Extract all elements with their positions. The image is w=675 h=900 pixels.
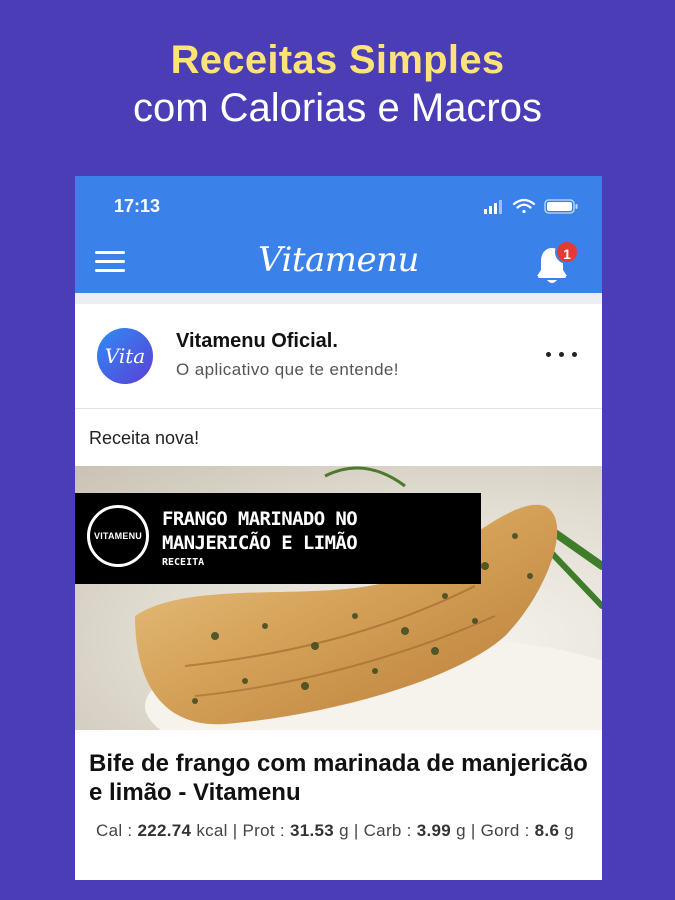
more-icon bbox=[546, 352, 551, 357]
status-time: 17:13 bbox=[114, 196, 161, 216]
brand-logo: Vitamenu bbox=[258, 240, 419, 280]
gord-label: Gord : bbox=[480, 821, 530, 840]
prot-label: Prot : bbox=[242, 821, 285, 840]
gord-unit: g bbox=[564, 821, 575, 840]
post-text: Receita nova! bbox=[89, 428, 200, 448]
carb-value: 3.99 bbox=[416, 821, 452, 840]
wifi-icon bbox=[512, 198, 536, 214]
signal-icon bbox=[484, 200, 502, 214]
promo-header: Receitas Simples com Calorias e Macros bbox=[0, 0, 675, 175]
promo-subheadline: com Calorias e Macros bbox=[132, 86, 542, 130]
cal-unit: kcal bbox=[196, 821, 228, 840]
battery-icon bbox=[544, 199, 578, 214]
avatar[interactable]: Vita bbox=[97, 328, 153, 384]
cal-value: 222.74 bbox=[137, 821, 192, 840]
banner-title: FRANGO MARINADO NO MANJERICÃO E LIMÃO bbox=[162, 508, 358, 554]
carb-label: Carb : bbox=[363, 821, 412, 840]
app-bar: 17:13 Vitamenu 1 bbox=[75, 176, 602, 293]
recipe-image[interactable]: VITAMENU FRANGO MARINADO NO MANJERICÃO E… bbox=[75, 466, 602, 730]
more-options-button[interactable] bbox=[546, 344, 580, 364]
promo-headline: Receitas Simples bbox=[170, 38, 505, 82]
recipe-banner: VITAMENU FRANGO MARINADO NO MANJERICÃO E… bbox=[75, 493, 481, 584]
cal-label: Cal : bbox=[96, 821, 133, 840]
macros-summary: Cal : 222.74 kcal | Prot : 31.53 g | Car… bbox=[96, 821, 575, 840]
post-card: Vita Vitamenu Oficial. O aplicativo que … bbox=[75, 304, 602, 880]
prot-value: 31.53 bbox=[290, 821, 335, 840]
phone-screen: 17:13 Vitamenu 1 Vita Vitamenu Oficial. … bbox=[75, 176, 602, 880]
post-author[interactable]: Vitamenu Oficial. bbox=[176, 330, 338, 353]
recipe-title[interactable]: Bife de frango com marinada de manjericã… bbox=[89, 749, 589, 807]
carb-unit: g bbox=[456, 821, 466, 840]
status-icons bbox=[484, 198, 578, 214]
gord-value: 8.6 bbox=[534, 821, 560, 840]
banner-logo: VITAMENU bbox=[87, 505, 149, 567]
post-header: Vita Vitamenu Oficial. O aplicativo que … bbox=[75, 304, 602, 409]
notifications-button[interactable]: 1 bbox=[534, 240, 579, 284]
banner-subtitle: RECEITA bbox=[162, 557, 205, 568]
prot-unit: g bbox=[339, 821, 349, 840]
post-tagline: O aplicativo que te entende! bbox=[176, 360, 399, 379]
notification-badge: 1 bbox=[555, 240, 579, 264]
